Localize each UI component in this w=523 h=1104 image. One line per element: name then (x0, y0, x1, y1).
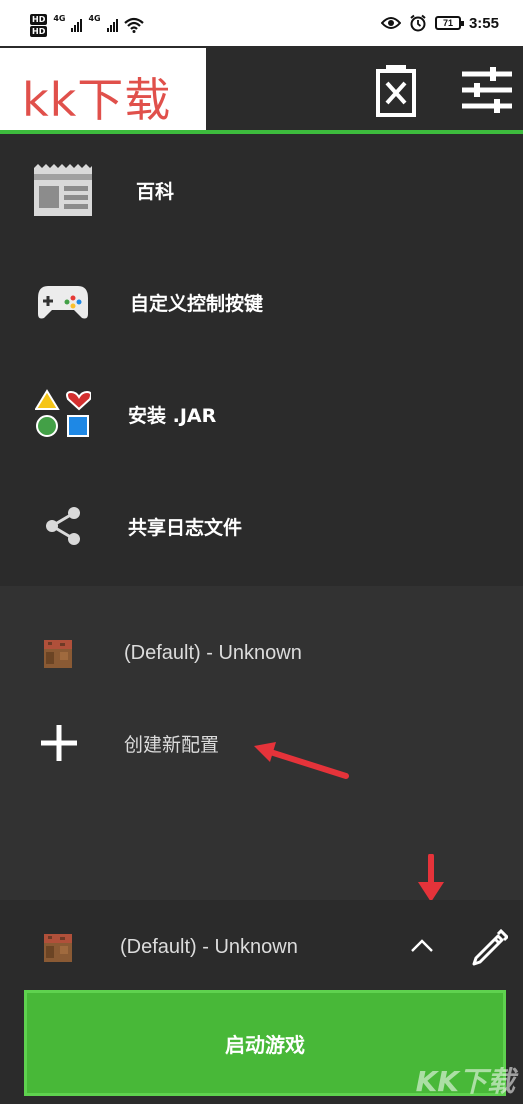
crafting-table-icon (44, 640, 72, 668)
battery-indicator: 71 (434, 16, 464, 30)
settings-sliders-icon (462, 67, 512, 113)
annotation-arrow-icon (254, 742, 349, 779)
clear-log-icon (376, 65, 416, 117)
edit-profile-button[interactable] (466, 924, 512, 970)
wiki-page-icon (30, 157, 96, 223)
menu-item-label: 共享日志文件 (128, 516, 243, 539)
menu-item-install-jar[interactable]: 安装 .JAR (0, 358, 523, 470)
profile-label: (Default) - Unknown (124, 642, 302, 664)
shapes-icon (30, 381, 96, 447)
profile-item-default[interactable]: (Default) - Unknown (0, 610, 523, 698)
share-icon (30, 493, 96, 559)
selected-profile-label: (Default) - Unknown (120, 936, 298, 958)
launch-game-label: 启动游戏 (225, 1032, 305, 1057)
hd-badge: HD (30, 14, 48, 25)
menu-item-custom-controls[interactable]: 自定义控制按键 (0, 246, 523, 358)
selected-profile-row[interactable]: (Default) - Unknown (0, 908, 390, 988)
network-label: 4G (53, 14, 66, 23)
gamepad-icon (30, 269, 96, 335)
hd-badge: HD (30, 26, 48, 37)
clear-log-button[interactable] (366, 60, 426, 120)
status-time: 3:55 (468, 14, 499, 32)
menu-item-share-log[interactable]: 共享日志文件 (0, 470, 523, 582)
menu-item-label: 安装 .JAR (128, 404, 217, 427)
watermark: KK下载 (415, 1065, 515, 1098)
logo: kk下载 (0, 48, 206, 134)
menu-item-wiki[interactable]: 百科 (0, 134, 523, 246)
wifi-icon (123, 17, 144, 33)
status-left: HD HD 4G 4G (30, 14, 144, 37)
alarm-icon (410, 14, 426, 32)
signal-icon (71, 18, 83, 32)
logo-text: kk下载 (22, 73, 172, 127)
network-label: 4G (88, 14, 101, 23)
status-bar: HD HD 4G 4G 71 3:55 (0, 0, 523, 46)
pencil-icon (472, 928, 508, 966)
signal-icon (106, 18, 118, 32)
menu-item-label: 自定义控制按键 (130, 292, 264, 315)
crafting-table-icon (44, 934, 72, 962)
annotation-arrow-down-icon (418, 854, 444, 902)
status-right: 71 3:55 (380, 14, 499, 32)
create-profile-label: 创建新配置 (124, 734, 220, 756)
expand-profiles-button[interactable] (402, 926, 442, 966)
hd-badges: HD HD (30, 14, 48, 37)
eye-icon (380, 17, 401, 29)
settings-button[interactable] (456, 60, 518, 120)
plus-icon (41, 725, 77, 761)
chevron-up-icon (411, 939, 433, 952)
menu-item-label: 百科 (136, 180, 175, 203)
